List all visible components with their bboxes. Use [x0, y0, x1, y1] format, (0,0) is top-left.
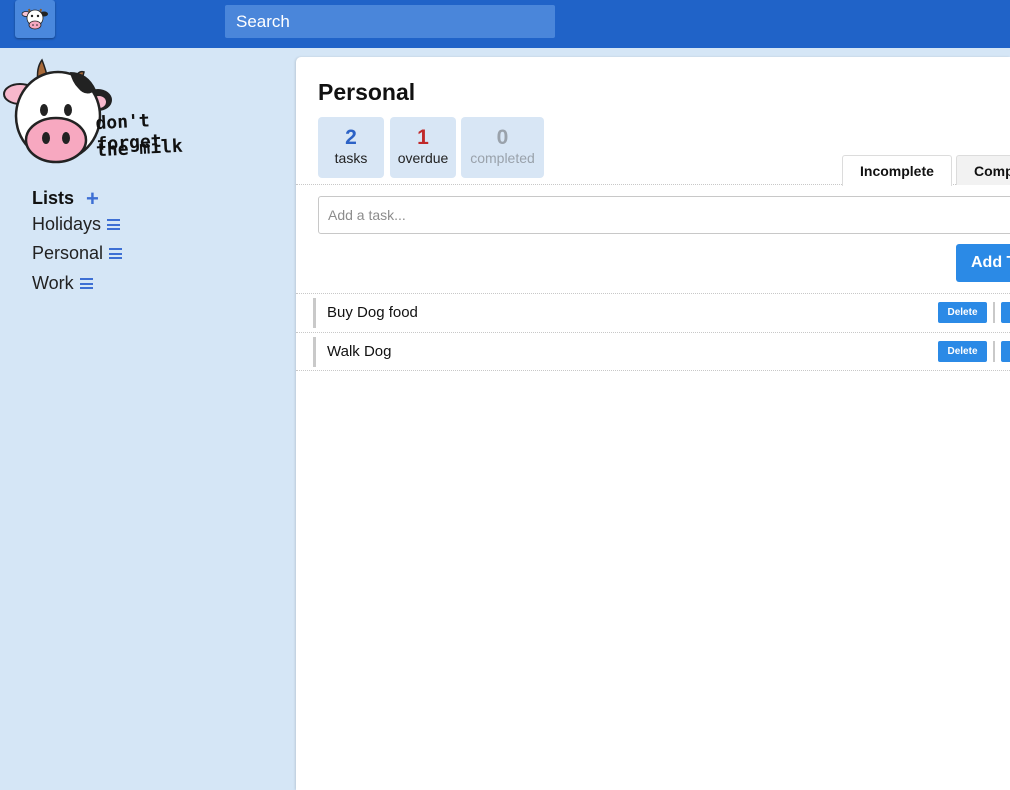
cow-icon [21, 8, 48, 30]
page-title: Personal [318, 79, 416, 105]
task-name[interactable]: Buy Dog food [327, 294, 418, 331]
sidebar-item-label: Personal [32, 243, 104, 263]
top-bar [0, 0, 1010, 48]
delete-button[interactable]: Delete [938, 341, 987, 362]
task-priority-bar [313, 298, 316, 328]
menu-icon[interactable] [107, 219, 121, 230]
stat-completed[interactable]: 0 completed [461, 117, 544, 178]
cow-app-icon[interactable] [15, 0, 55, 38]
lists-header: Lists + [32, 187, 99, 209]
lists-label: Lists [32, 188, 75, 208]
task-list-end-divider [296, 370, 1010, 371]
menu-icon[interactable] [109, 248, 123, 259]
stat-tasks[interactable]: 2 tasks [318, 117, 384, 178]
sidebar-item-personal[interactable]: Personal [32, 243, 123, 264]
task-action-button[interactable] [1001, 302, 1010, 323]
sidebar-item-work[interactable]: Work [32, 273, 93, 294]
tab-completed[interactable]: Comp [956, 155, 1010, 185]
sidebar-item-label: Holidays [32, 214, 102, 234]
add-task-button[interactable]: Add T [956, 244, 1010, 282]
stat-value: 2 [345, 126, 357, 149]
add-list-plus-icon[interactable]: + [86, 187, 99, 209]
add-task-input[interactable] [318, 196, 1010, 234]
tab-incomplete[interactable]: Incomplete [842, 155, 952, 186]
stat-overdue[interactable]: 1 overdue [390, 117, 456, 178]
stat-value: 0 [496, 126, 509, 149]
search-input[interactable] [225, 5, 555, 38]
sidebar-item-label: Work [32, 273, 74, 293]
stat-value: 1 [417, 126, 429, 149]
button-separator [993, 341, 995, 362]
task-name[interactable]: Walk Dog [327, 333, 391, 370]
sidebar-item-holidays[interactable]: Holidays [32, 214, 121, 235]
delete-button[interactable]: Delete [938, 302, 987, 323]
task-row[interactable]: Buy Dog food Delete [296, 293, 1010, 332]
menu-icon[interactable] [79, 278, 93, 289]
stat-label: tasks [334, 150, 368, 166]
main-panel: Personal 2 tasks 1 overdue 0 completed I… [296, 57, 1010, 790]
task-action-button[interactable] [1001, 341, 1010, 362]
rtm-logo: don't forget the milk [2, 58, 217, 170]
sidebar: don't forget the milk Lists + Holidays P… [0, 48, 296, 790]
task-priority-bar [313, 337, 316, 367]
stat-label: overdue [397, 150, 449, 166]
button-separator [993, 302, 995, 323]
task-row[interactable]: Walk Dog Delete [296, 332, 1010, 371]
stat-label: completed [470, 150, 535, 166]
